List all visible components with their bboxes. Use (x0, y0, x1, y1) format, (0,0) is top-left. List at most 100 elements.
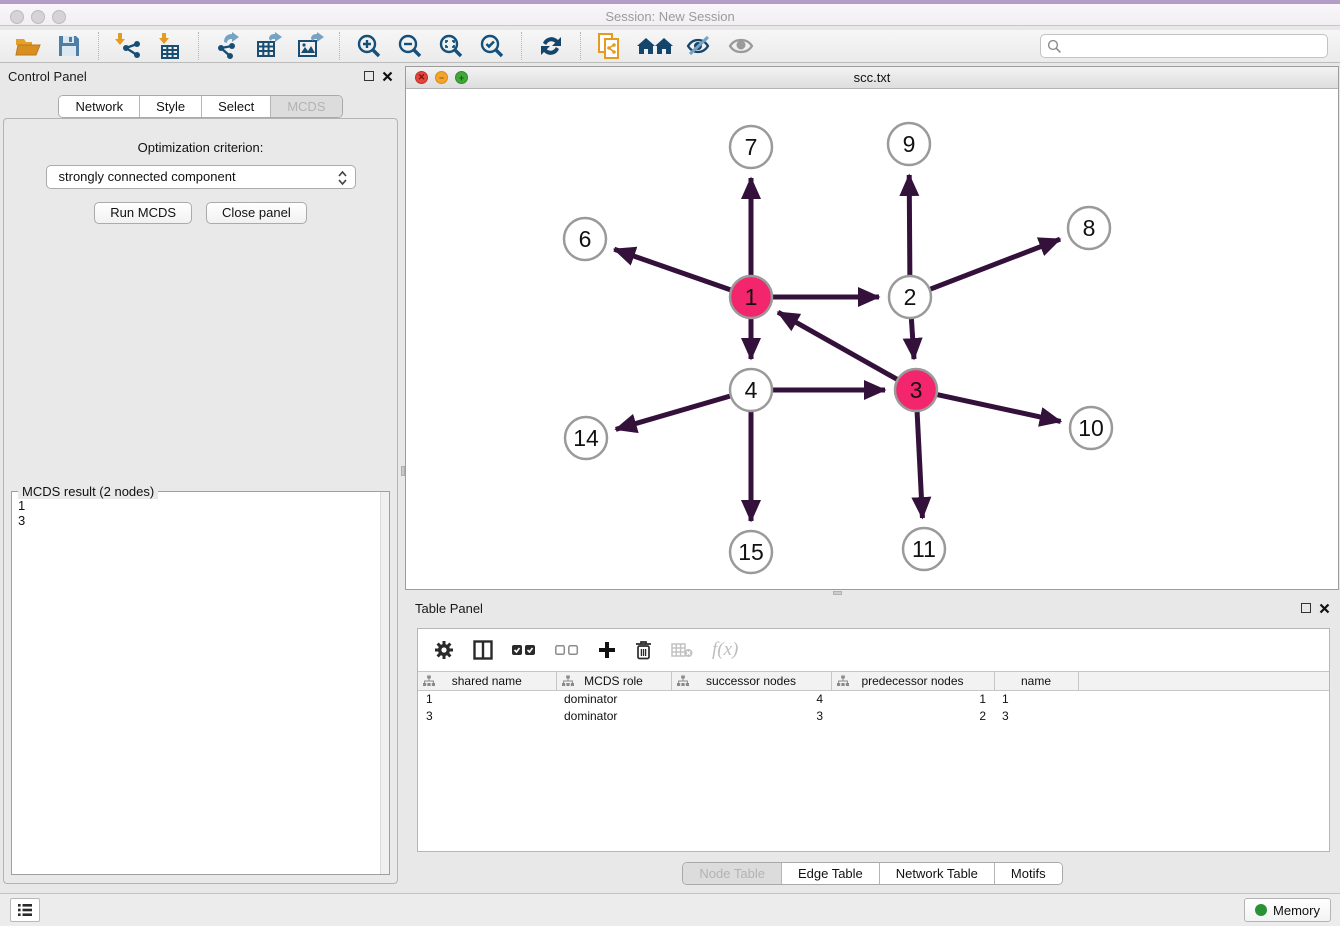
delete-column-icon[interactable] (635, 640, 652, 660)
criterion-select[interactable]: strongly connected component (46, 165, 356, 189)
table-cell[interactable]: 1 (831, 691, 994, 708)
memory-label: Memory (1273, 903, 1320, 918)
delete-table-icon (671, 642, 693, 658)
zoom-fit-icon[interactable] (435, 31, 467, 61)
graph-node-9[interactable]: 9 (888, 123, 930, 165)
graph-edge-3-11[interactable] (917, 412, 922, 518)
tab-network[interactable]: Network (59, 96, 139, 117)
node-table-container: f(x) shared nameMCDS rolesuccessor nodes… (417, 628, 1330, 852)
table-cell[interactable]: dominator (556, 708, 671, 725)
criterion-select-value: strongly connected component (59, 169, 236, 184)
cell-filler (1078, 691, 1329, 708)
result-scrollbar[interactable] (380, 492, 389, 874)
hide-selected-icon[interactable] (684, 31, 716, 61)
table-cell[interactable]: 3 (671, 708, 831, 725)
node-label: 3 (910, 377, 923, 403)
run-mcds-button[interactable]: Run MCDS (94, 202, 192, 224)
clone-network-icon[interactable] (594, 31, 626, 61)
column-header-MCDS-role[interactable]: MCDS role (556, 672, 671, 691)
graph-node-6[interactable]: 6 (564, 218, 606, 260)
graph-node-10[interactable]: 10 (1070, 407, 1112, 449)
open-session-icon[interactable] (12, 31, 44, 61)
tab-edge-table[interactable]: Edge Table (781, 863, 879, 884)
graph-node-2[interactable]: 2 (889, 276, 931, 318)
tab-network-table[interactable]: Network Table (879, 863, 994, 884)
graph-node-14[interactable]: 14 (565, 417, 607, 459)
show-all-icon[interactable] (725, 31, 757, 61)
zoom-in-icon[interactable] (353, 31, 385, 61)
graph-edge-3-1[interactable] (778, 312, 897, 379)
add-column-icon[interactable] (598, 641, 616, 659)
task-history-button[interactable] (10, 898, 40, 922)
export-image-icon[interactable] (294, 31, 326, 61)
graph-node-1[interactable]: 1 (730, 276, 772, 318)
search-input[interactable] (1062, 39, 1321, 53)
tab-motifs[interactable]: Motifs (994, 863, 1062, 884)
zoom-selected-icon[interactable] (476, 31, 508, 61)
import-network-icon[interactable] (112, 31, 144, 61)
graph-node-8[interactable]: 8 (1068, 207, 1110, 249)
graph-node-3[interactable]: 3 (895, 369, 937, 411)
table-panel: Table Panel (405, 595, 1340, 888)
export-table-icon[interactable] (253, 31, 285, 61)
chevron-updown-icon (337, 170, 348, 186)
table-cell[interactable]: 3 (418, 708, 556, 725)
graph-edge-2-8[interactable] (931, 239, 1061, 289)
table-cell[interactable]: 4 (671, 691, 831, 708)
gear-icon[interactable] (434, 640, 454, 660)
graph-node-7[interactable]: 7 (730, 126, 772, 168)
table-cell[interactable]: 1 (418, 691, 556, 708)
tab-node-table[interactable]: Node Table (683, 863, 781, 884)
list-icon (17, 903, 33, 917)
table-cell[interactable]: 2 (831, 708, 994, 725)
save-session-icon[interactable] (53, 31, 85, 61)
tab-select[interactable]: Select (201, 96, 270, 117)
graph-node-11[interactable]: 11 (903, 528, 945, 570)
export-network-icon[interactable] (212, 31, 244, 61)
memory-button[interactable]: Memory (1244, 898, 1331, 922)
graph-node-4[interactable]: 4 (730, 369, 772, 411)
status-bar: Memory (0, 893, 1340, 926)
node-label: 6 (579, 226, 592, 252)
deselect-all-icon[interactable] (555, 643, 579, 657)
column-header-predecessor-nodes[interactable]: predecessor nodes (831, 672, 994, 691)
node-label: 7 (745, 134, 758, 160)
float-table-panel-icon[interactable] (1301, 603, 1311, 613)
tab-style[interactable]: Style (139, 96, 201, 117)
column-options-icon[interactable] (473, 640, 493, 660)
graph-edge-3-10[interactable] (937, 395, 1060, 422)
network-window-titlebar[interactable]: ✕ − + scc.txt (406, 67, 1338, 89)
import-table-icon[interactable] (153, 31, 185, 61)
optimization-criterion-label: Optimization criterion: (4, 140, 397, 155)
close-table-panel-icon[interactable] (1319, 603, 1330, 614)
first-neighbors-icon[interactable] (635, 31, 675, 61)
toolbar-separator (339, 32, 340, 60)
graph-edge-2-9[interactable] (909, 175, 910, 275)
mcds-result-text[interactable]: 1 3 (12, 494, 379, 874)
control-panel-title: Control Panel (8, 69, 87, 84)
zoom-out-icon[interactable] (394, 31, 426, 61)
close-panel-icon[interactable] (382, 71, 393, 82)
graph-node-15[interactable]: 15 (730, 531, 772, 573)
window-titlebar: Session: New Session (0, 0, 1340, 26)
table-cell[interactable]: dominator (556, 691, 671, 708)
float-panel-icon[interactable] (364, 71, 374, 81)
graph-edge-1-6[interactable] (614, 249, 730, 290)
graph-edge-4-14[interactable] (616, 396, 730, 429)
table-cell[interactable]: 3 (994, 708, 1078, 725)
tab-mcds[interactable]: MCDS (270, 96, 341, 117)
main-toolbar (0, 30, 1340, 63)
select-all-icon[interactable] (512, 643, 536, 657)
search-field[interactable] (1040, 34, 1328, 58)
close-panel-button[interactable]: Close panel (206, 202, 307, 224)
column-header-shared-name[interactable]: shared name (418, 672, 556, 691)
graph-edge-2-3[interactable] (911, 319, 914, 359)
header-filler (1078, 672, 1329, 691)
network-canvas[interactable]: 7 9 6 8 1 2 4 3 14 10 15 11 (406, 89, 1338, 589)
column-header-successor-nodes[interactable]: successor nodes (671, 672, 831, 691)
table-row[interactable]: 1dominator411 (418, 691, 1329, 708)
apply-layout-icon[interactable] (535, 31, 567, 61)
table-row[interactable]: 3dominator323 (418, 708, 1329, 725)
table-cell[interactable]: 1 (994, 691, 1078, 708)
column-header-name[interactable]: name (994, 672, 1078, 691)
